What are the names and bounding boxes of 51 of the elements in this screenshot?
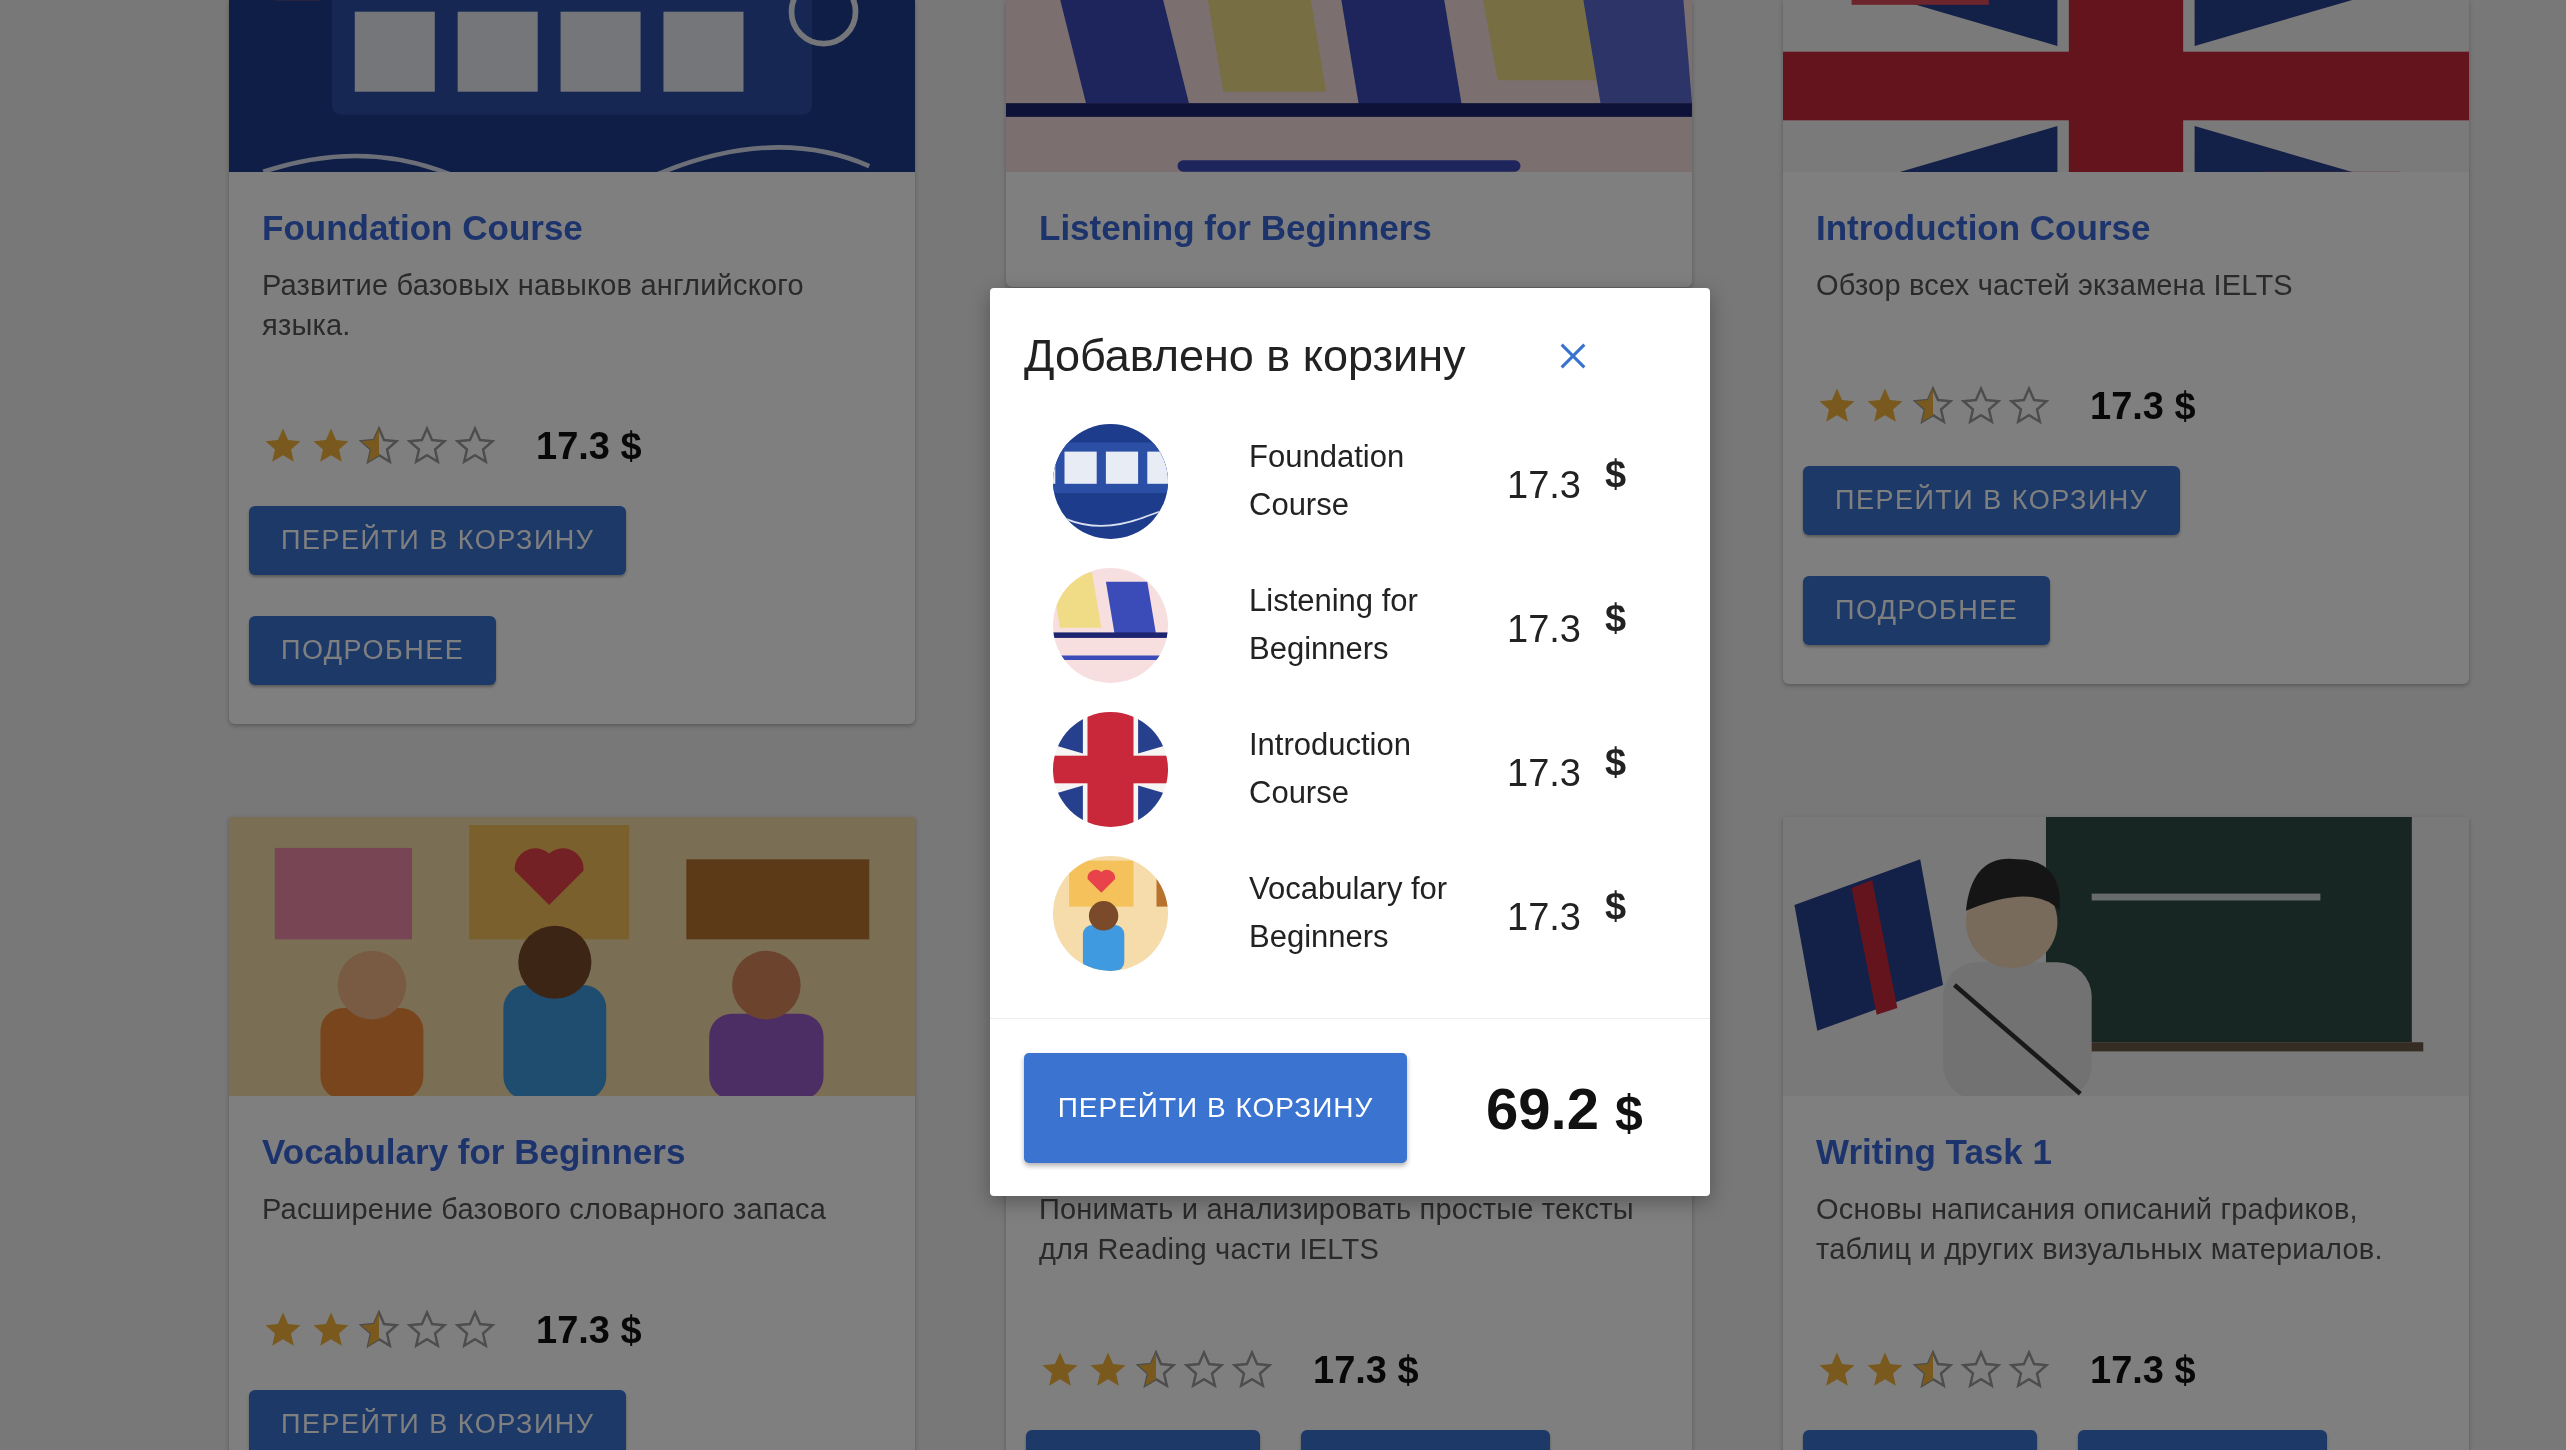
price: 17.3 $ bbox=[536, 424, 642, 468]
star-icon bbox=[1912, 1349, 1954, 1391]
course-title[interactable]: Introduction Course bbox=[1816, 208, 2436, 248]
cart-button[interactable]: ПОДРОБНЕЕ bbox=[1803, 576, 2051, 645]
checkout-button[interactable]: ПЕРЕЙТИ В КОРЗИНУ bbox=[1024, 1053, 1407, 1163]
item-price: 17.3 bbox=[1507, 607, 1581, 651]
star-icon bbox=[1231, 1349, 1273, 1391]
course-description: Обзор всех частей экзамена IELTS bbox=[1816, 268, 2294, 303]
price: 17.3 $ bbox=[1313, 1348, 1419, 1392]
course-title[interactable]: Foundation Course bbox=[262, 208, 882, 248]
cart-button[interactable]: ПЕРЕЙТИ В КОРЗИНУ bbox=[1803, 466, 2181, 535]
dialog-title: Добавлено в корзину bbox=[1024, 329, 1466, 383]
price: 17.3 $ bbox=[536, 1308, 642, 1352]
star-icon bbox=[454, 1309, 496, 1351]
course-description: Основы написания описаний графиков, таблиц и других визуальных материалов. bbox=[1816, 1192, 2384, 1267]
star-icon bbox=[406, 425, 448, 467]
course-description: Понимать и анализировать простые тексты для Reading части IELTS bbox=[1039, 1192, 1635, 1267]
course-title[interactable]: Listening for Beginners bbox=[1039, 208, 1659, 248]
star-icon bbox=[1960, 1349, 2002, 1391]
star-icon bbox=[2008, 385, 2050, 427]
star-icon bbox=[1135, 1349, 1177, 1391]
cart-button[interactable]: ПЕРЕЙТИ В КОРЗИНУ bbox=[249, 1390, 627, 1450]
cart-button[interactable]: ПЕРЕЙТИ В КОРЗИНУ bbox=[249, 506, 627, 575]
star-icon bbox=[358, 425, 400, 467]
currency-sign: $ bbox=[1604, 884, 1627, 928]
course-title[interactable]: Writing Task 1 bbox=[1816, 1132, 2436, 1172]
currency-sign: $ bbox=[1604, 452, 1627, 496]
cart-button[interactable]: ПОДРОБНЕЕ bbox=[249, 616, 497, 685]
star-icon bbox=[406, 1309, 448, 1351]
star-icon bbox=[2008, 1349, 2050, 1391]
currency-sign: $ bbox=[1604, 740, 1627, 784]
star-icon bbox=[454, 425, 496, 467]
item-name: Introduction Course bbox=[1249, 726, 1412, 812]
course-description: Развитие базовых навыков английского языка. bbox=[262, 268, 805, 343]
currency-sign: $ bbox=[1614, 1084, 1643, 1142]
item-name: Listening for Beginners bbox=[1249, 582, 1419, 668]
star-icon bbox=[358, 1309, 400, 1351]
currency-sign: $ bbox=[1604, 596, 1627, 640]
item-name: Vocabulary for Beginners bbox=[1249, 870, 1449, 956]
course-title[interactable]: Vocabulary for Beginners bbox=[262, 1132, 882, 1172]
item-price: 17.3 bbox=[1507, 463, 1581, 507]
star-icon bbox=[1960, 385, 2002, 427]
star-icon bbox=[1183, 1349, 1225, 1391]
total-price: 69.2 bbox=[1486, 1074, 1599, 1142]
price: 17.3 $ bbox=[2090, 1348, 2196, 1392]
item-price: 17.3 bbox=[1507, 751, 1581, 795]
item-price: 17.3 bbox=[1507, 895, 1581, 939]
item-name: Foundation Course bbox=[1249, 438, 1406, 524]
star-icon bbox=[1912, 385, 1954, 427]
course-description: Расширение базового словарного запаса bbox=[262, 1192, 828, 1227]
price: 17.3 $ bbox=[2090, 384, 2196, 428]
